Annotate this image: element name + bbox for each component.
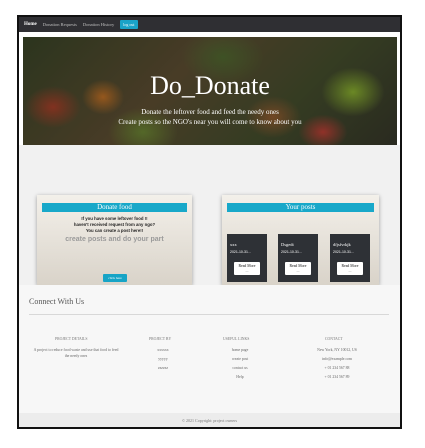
connect-heading: Connect With Us	[29, 297, 85, 306]
read-more-label: Read More	[289, 264, 307, 268]
post-title: dfjsfvrkjk	[333, 242, 351, 247]
footer-link-create-post[interactable]: create post	[225, 357, 255, 361]
copyright-bar: © 2021 Copyright: project owners	[19, 413, 400, 427]
create-post-button[interactable]: click here	[103, 274, 127, 282]
footer-link-home[interactable]: home page	[225, 348, 255, 352]
hero-subtitle-line1: Donate the leftover food and feed the ne…	[141, 108, 279, 116]
read-more-button[interactable]: Read More —	[285, 262, 311, 275]
contact-phone: + 01 234 567 88	[324, 366, 350, 370]
project-by-name: zzzzzz	[157, 366, 169, 370]
contact-address: New York, NY 10012, US	[317, 348, 357, 352]
hero-title: Do_Donate	[150, 71, 270, 100]
donate-pitch-line1: If you have some leftover food !!	[81, 216, 148, 221]
footer: Connect With Us PROJECT DETAILS A projec…	[19, 285, 400, 427]
donate-food-heading: Donate food	[42, 203, 187, 212]
post-card: Dsgedt 2021-10-31... Read More —	[278, 234, 318, 282]
browser-frame: Home Donation Requests Donation History …	[17, 15, 402, 429]
navbar: Home Donation Requests Donation History …	[19, 17, 400, 32]
donate-food-card: Donate food If you have some leftover fo…	[37, 195, 192, 285]
donate-pitch-line3: You can create a post here!!	[85, 228, 144, 233]
nav-donation-history-link[interactable]: Donation History	[83, 22, 114, 27]
project-details-text: A project to reduce food waste and use t…	[33, 348, 119, 358]
post-title: xxx	[230, 242, 237, 247]
nav-donation-requests-link[interactable]: Donation Requests	[43, 22, 77, 27]
post-card: xxx 2021-10-31... Read More —	[227, 234, 267, 282]
donate-call-to-action: create posts and do your part	[65, 236, 164, 243]
your-posts-card: Your posts xxx 2021-10-31... Read More —…	[222, 195, 379, 285]
read-more-sub: —	[348, 269, 352, 273]
project-by-name: xxxxxx	[157, 348, 169, 352]
read-more-button[interactable]: Read More —	[337, 262, 363, 275]
hero-subtitle-line2: Create posts so the NGO's near you will …	[118, 118, 302, 126]
post-date: 2021-10-31...	[333, 250, 354, 254]
read-more-label: Read More	[341, 264, 359, 268]
contact-fax: + 01 234 567 89	[324, 375, 350, 379]
logout-button[interactable]: log out	[120, 20, 138, 29]
nav-home-link[interactable]: Home	[24, 22, 37, 27]
contact-email: info@example.com	[322, 357, 352, 361]
project-by-heading: PROJECT BY	[149, 337, 172, 341]
cards-section: Donate food If you have some leftover fo…	[19, 145, 400, 285]
post-date: 2021-10-31...	[281, 250, 302, 254]
post-title: Dsgedt	[281, 242, 294, 247]
read-more-label: Read More	[238, 264, 256, 268]
donate-pitch-line2: haven't received request from any ngo?	[73, 222, 156, 227]
useful-links-heading: USEFUL LINKS	[223, 337, 250, 341]
footer-link-help[interactable]: Help	[225, 375, 255, 379]
read-more-sub: —	[296, 269, 300, 273]
project-details-heading: PROJECT DETAILS	[55, 337, 88, 341]
copyright-text: © 2021 Copyright: project owners	[181, 418, 238, 423]
post-date: 2021-10-31...	[230, 250, 251, 254]
contact-heading: CONTACT	[325, 337, 343, 341]
your-posts-heading: Your posts	[227, 203, 374, 212]
project-by-name: yyyyy	[158, 357, 168, 361]
read-more-sub: —	[245, 269, 249, 273]
read-more-button[interactable]: Read More —	[234, 262, 260, 275]
post-card: dfjsfvrkjk 2021-10-31... Read More —	[330, 234, 370, 282]
footer-link-contact[interactable]: contact us	[225, 366, 255, 370]
footer-divider	[29, 314, 389, 315]
hero-banner: Do_Donate Donate the leftover food and f…	[23, 37, 397, 145]
